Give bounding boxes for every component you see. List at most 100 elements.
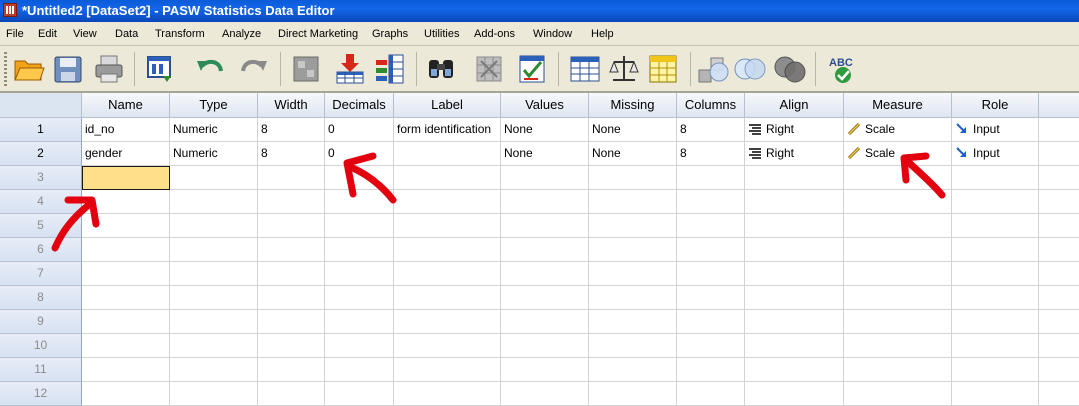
cell-values[interactable] bbox=[501, 190, 589, 214]
cell-role[interactable] bbox=[952, 358, 1039, 382]
cell-decimals[interactable] bbox=[325, 262, 394, 286]
cell-type[interactable] bbox=[170, 382, 258, 406]
column-header-width[interactable]: Width bbox=[258, 93, 325, 118]
cell-missing[interactable] bbox=[589, 166, 677, 190]
row-header[interactable]: 12 bbox=[0, 382, 82, 406]
venn-circles-icon[interactable] bbox=[733, 52, 767, 86]
cell-role[interactable] bbox=[952, 382, 1039, 406]
cell-decimals[interactable] bbox=[325, 310, 394, 334]
cell-decimals[interactable] bbox=[325, 286, 394, 310]
toolbar-grip[interactable] bbox=[4, 52, 7, 86]
cell-type[interactable] bbox=[170, 310, 258, 334]
cell-decimals[interactable] bbox=[325, 382, 394, 406]
cell-type[interactable]: Numeric bbox=[170, 142, 258, 166]
column-header-missing[interactable]: Missing bbox=[589, 93, 677, 118]
cell-type[interactable] bbox=[170, 214, 258, 238]
dialog-recall-icon[interactable] bbox=[143, 52, 177, 86]
menu-view[interactable]: View bbox=[73, 27, 97, 41]
cell-decimals[interactable]: 0 bbox=[325, 142, 394, 166]
cell-decimals[interactable] bbox=[325, 190, 394, 214]
cell-measure[interactable] bbox=[844, 214, 952, 238]
cell-columns[interactable] bbox=[677, 190, 745, 214]
active-cell-name[interactable] bbox=[82, 166, 170, 190]
cell-align[interactable] bbox=[745, 310, 844, 334]
cell-missing[interactable] bbox=[589, 334, 677, 358]
cell-decimals[interactable] bbox=[325, 214, 394, 238]
cell-width[interactable] bbox=[258, 358, 325, 382]
cell-role[interactable] bbox=[952, 262, 1039, 286]
redo-icon[interactable] bbox=[237, 52, 271, 86]
cell-align[interactable] bbox=[745, 286, 844, 310]
cell-align[interactable] bbox=[745, 214, 844, 238]
cell-name[interactable]: id_no bbox=[82, 118, 170, 142]
cell-columns[interactable] bbox=[677, 358, 745, 382]
cell-missing[interactable] bbox=[589, 262, 677, 286]
cell-name[interactable] bbox=[82, 262, 170, 286]
menu-analyze[interactable]: Analyze bbox=[222, 27, 261, 41]
cell-label[interactable] bbox=[394, 358, 501, 382]
cell-columns[interactable] bbox=[677, 262, 745, 286]
cell-values[interactable]: None bbox=[501, 118, 589, 142]
select-cases-icon[interactable] bbox=[515, 52, 549, 86]
cell-align[interactable] bbox=[745, 358, 844, 382]
column-header-role[interactable]: Role bbox=[952, 93, 1039, 118]
column-header-align[interactable]: Align bbox=[745, 93, 844, 118]
cell-width[interactable] bbox=[258, 334, 325, 358]
row-header[interactable]: 10 bbox=[0, 334, 82, 358]
cell-values[interactable] bbox=[501, 358, 589, 382]
cell-label[interactable]: form identification bbox=[394, 118, 501, 142]
cell-missing[interactable] bbox=[589, 286, 677, 310]
cell-missing[interactable] bbox=[589, 310, 677, 334]
menu-add-ons[interactable]: Add-ons bbox=[474, 27, 515, 41]
cell-role[interactable]: Input bbox=[952, 118, 1039, 142]
cell-columns[interactable]: 8 bbox=[677, 142, 745, 166]
row-header[interactable]: 6 bbox=[0, 238, 82, 262]
cell-name[interactable] bbox=[82, 382, 170, 406]
cell-role[interactable] bbox=[952, 214, 1039, 238]
column-header-measure[interactable]: Measure bbox=[844, 93, 952, 118]
cell-role[interactable] bbox=[952, 166, 1039, 190]
cell-type[interactable] bbox=[170, 262, 258, 286]
row-header[interactable]: 7 bbox=[0, 262, 82, 286]
cell-align[interactable]: Right bbox=[745, 142, 844, 166]
menu-file[interactable]: File bbox=[6, 27, 24, 41]
cell-missing[interactable] bbox=[589, 214, 677, 238]
cell-label[interactable] bbox=[394, 190, 501, 214]
cell-missing[interactable] bbox=[589, 190, 677, 214]
cell-label[interactable] bbox=[394, 238, 501, 262]
cell-values[interactable] bbox=[501, 310, 589, 334]
column-header-values[interactable]: Values bbox=[501, 93, 589, 118]
cell-values[interactable] bbox=[501, 286, 589, 310]
cell-decimals[interactable] bbox=[325, 358, 394, 382]
cell-values[interactable]: None bbox=[501, 142, 589, 166]
menu-help[interactable]: Help bbox=[591, 27, 614, 41]
cell-align[interactable] bbox=[745, 334, 844, 358]
cell-columns[interactable] bbox=[677, 310, 745, 334]
cell-role[interactable] bbox=[952, 334, 1039, 358]
cell-align[interactable] bbox=[745, 238, 844, 262]
row-header[interactable]: 2 bbox=[0, 142, 82, 166]
cell-columns[interactable] bbox=[677, 382, 745, 406]
row-header[interactable]: 8 bbox=[0, 286, 82, 310]
cell-type[interactable] bbox=[170, 166, 258, 190]
undo-icon[interactable] bbox=[193, 52, 227, 86]
cell-columns[interactable] bbox=[677, 286, 745, 310]
cell-type[interactable]: Numeric bbox=[170, 118, 258, 142]
cell-missing[interactable] bbox=[589, 358, 677, 382]
cell-decimals[interactable] bbox=[325, 166, 394, 190]
insert-variable-icon[interactable] bbox=[373, 52, 407, 86]
menu-utilities[interactable]: Utilities bbox=[424, 27, 459, 41]
cell-measure[interactable]: Scale bbox=[844, 142, 952, 166]
cell-measure[interactable] bbox=[844, 310, 952, 334]
cell-measure[interactable] bbox=[844, 190, 952, 214]
cell-values[interactable] bbox=[501, 334, 589, 358]
show-all-variables-icon[interactable] bbox=[697, 52, 731, 86]
cell-name[interactable] bbox=[82, 310, 170, 334]
row-header[interactable]: 4 bbox=[0, 190, 82, 214]
value-labels-icon[interactable] bbox=[607, 52, 641, 86]
cell-width[interactable] bbox=[258, 238, 325, 262]
cell-measure[interactable] bbox=[844, 262, 952, 286]
cell-values[interactable] bbox=[501, 238, 589, 262]
cell-align[interactable] bbox=[745, 382, 844, 406]
split-file-icon[interactable] bbox=[472, 52, 506, 86]
